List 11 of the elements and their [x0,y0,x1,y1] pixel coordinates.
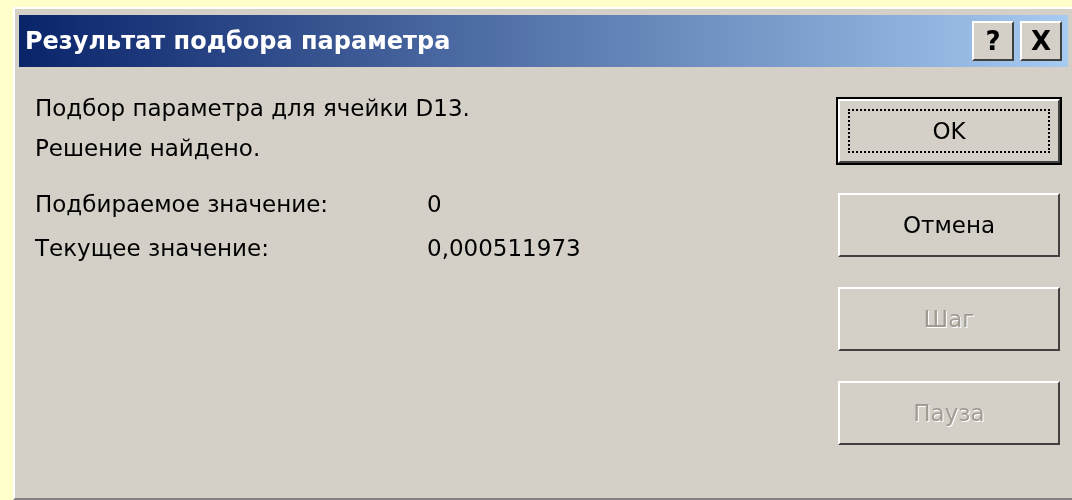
window-title: Результат подбора параметра [25,27,452,55]
help-button[interactable]: ? [972,21,1014,61]
dialog-button[interactable]: OK [838,99,1060,163]
close-button[interactable]: X [1020,21,1062,61]
value-label: Текущее значение: [35,235,270,261]
value-text: 0,000511973 [427,235,581,261]
value-text: 0 [427,191,442,217]
dialog-button[interactable]: Отмена [838,193,1060,257]
message-text: Подбор параметра для ячейки D13. [35,95,471,121]
value-label: Подбираемое значение: [35,191,330,217]
message-text: Решение найдено. [35,135,262,161]
